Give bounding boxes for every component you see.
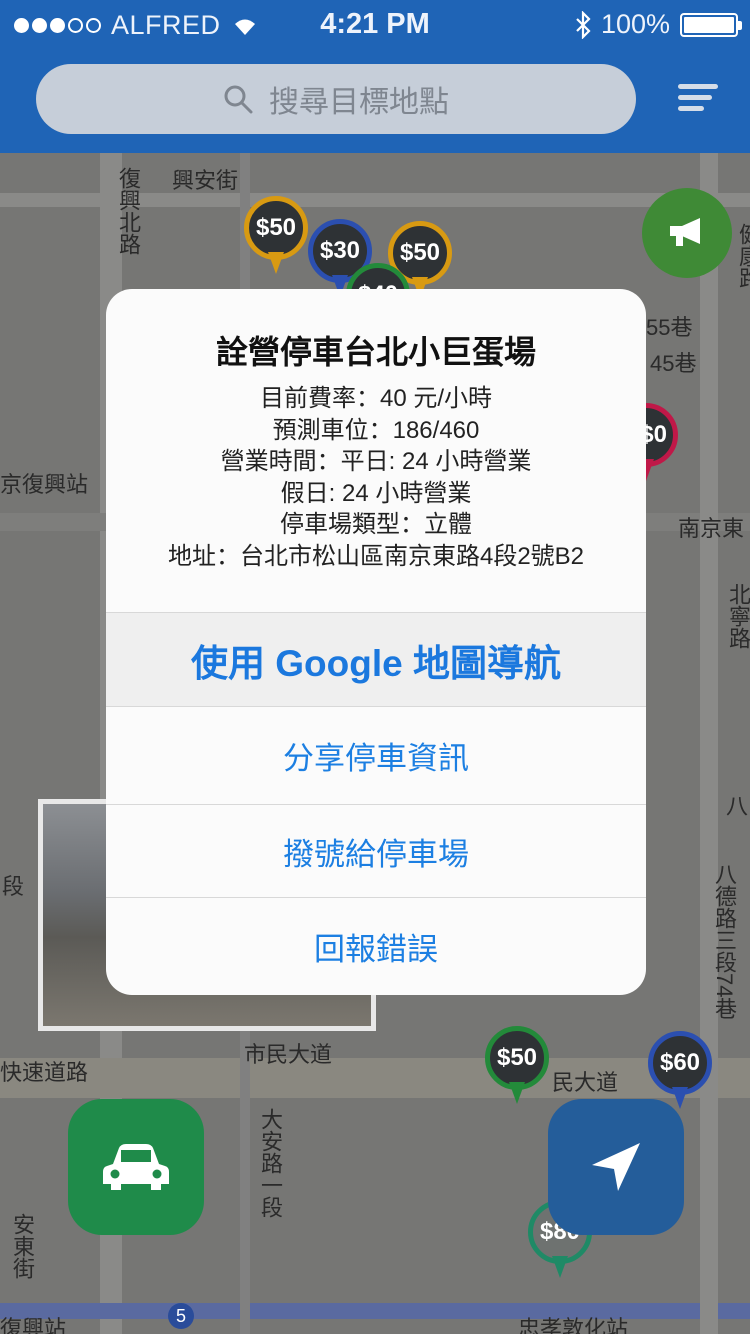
google-maps-navigate-button[interactable]: 使用 Google 地圖導航	[106, 612, 646, 706]
search-icon	[224, 85, 253, 114]
info-hours-holiday: 假日: 24 小時營業	[280, 479, 472, 507]
top-bar: ALFRED 4:21 PM 100% 搜尋目標地點	[0, 0, 750, 153]
dialog-info: 目前費率：40 元/小時 預測車位：186/460 營業時間：平日: 24 小時…	[106, 383, 646, 572]
status-right: 100%	[575, 9, 742, 40]
navigation-arrow-icon	[592, 1143, 640, 1191]
parking-info-dialog: 詮營停車台北小巨蛋場 目前費率：40 元/小時 預測車位：186/460 營業時…	[106, 289, 646, 995]
map-label: 八	[726, 794, 749, 819]
map-label: 八德路三段74巷	[712, 863, 737, 1020]
map-label: 南京東	[678, 516, 745, 541]
map-label: 北寧路	[726, 583, 750, 649]
map-label: 快速道路	[0, 1060, 89, 1085]
map-label: 市民大道	[244, 1042, 333, 1067]
share-parking-button[interactable]: 分享停車資訊	[106, 706, 646, 804]
info-hours-weekday: 營業時間：平日: 24 小時營業	[220, 448, 532, 475]
map-road	[0, 1058, 750, 1098]
info-rate: 目前費率：40 元/小時	[259, 385, 493, 412]
info-lot-type: 停車場類型：立體	[280, 511, 472, 538]
battery-icon	[680, 12, 742, 37]
filter-menu-button[interactable]	[678, 84, 718, 114]
call-parking-button[interactable]: 撥號給停車場	[106, 804, 646, 897]
info-address: 地址：台北市松山區南京東路4段2號B2	[167, 542, 585, 570]
map-label: 復興站	[0, 1316, 67, 1334]
bluetooth-icon	[576, 10, 591, 39]
status-bar: ALFRED 4:21 PM 100%	[0, 0, 750, 50]
locate-me-button[interactable]	[548, 1099, 684, 1235]
parking-price: $50	[244, 196, 308, 260]
map-label: 忠孝敦化站	[518, 1316, 629, 1334]
map-label: 健康路	[736, 223, 750, 289]
route-marker: 5	[168, 1303, 194, 1329]
map-label: 45巷	[650, 351, 697, 376]
map-label: 安東街	[10, 1213, 35, 1279]
car-icon	[103, 1144, 169, 1190]
parking-pin[interactable]: $50	[485, 1026, 549, 1106]
map-label: 京復興站	[0, 472, 89, 497]
dialog-title: 詮營停車台北小巨蛋場	[215, 334, 536, 370]
map-road	[700, 153, 718, 1334]
megaphone-icon	[670, 218, 700, 246]
parking-pin[interactable]: $50	[244, 196, 308, 276]
search-input[interactable]: 搜尋目標地點	[36, 64, 636, 134]
search-placeholder: 搜尋目標地點	[269, 86, 449, 119]
my-car-button[interactable]	[68, 1099, 204, 1235]
info-spaces: 預測車位：186/460	[272, 416, 480, 444]
map-label: 復興北路	[116, 167, 141, 255]
report-error-button[interactable]: 回報錯誤	[106, 897, 646, 995]
map-label: 大安路一段	[258, 1108, 283, 1218]
map-road	[0, 1303, 750, 1319]
map-label: 興安街	[172, 168, 239, 193]
parking-price: $60	[648, 1031, 712, 1095]
parking-price: $50	[485, 1026, 549, 1090]
map-label: 55巷	[646, 315, 693, 340]
battery-percent: 100%	[600, 9, 670, 39]
map-label: 民大道	[552, 1070, 619, 1095]
map-label: 段	[2, 874, 25, 899]
announcement-button[interactable]	[642, 188, 732, 278]
